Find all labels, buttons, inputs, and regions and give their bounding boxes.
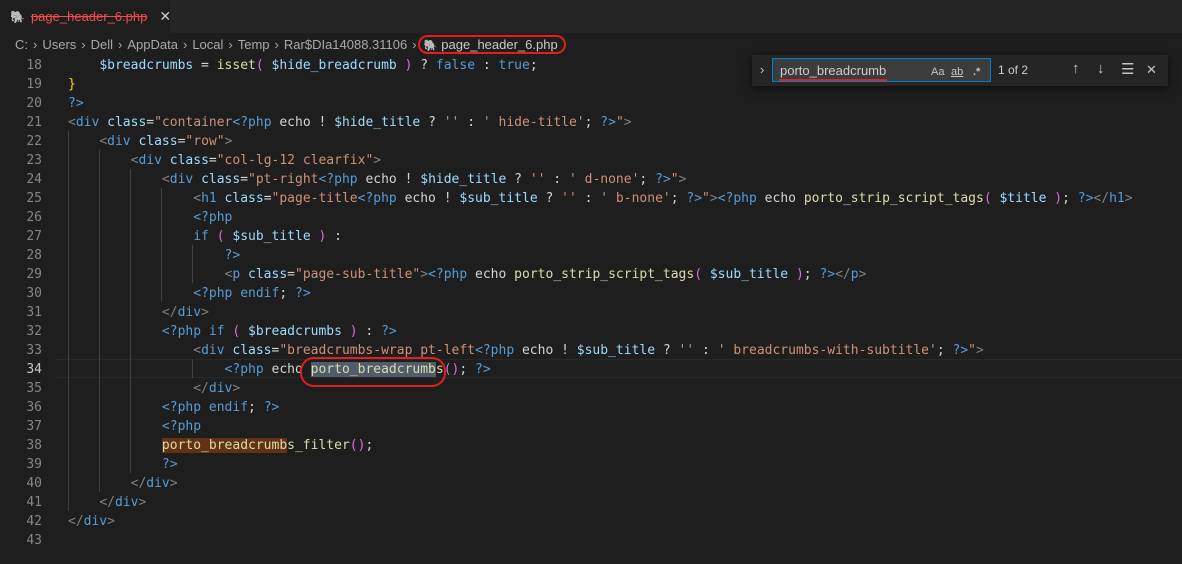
breadcrumb-item[interactable]: Dell: [91, 37, 113, 52]
close-icon[interactable]: ✕: [159, 9, 171, 25]
line-number: 25: [26, 191, 42, 206]
line-number: 23: [26, 153, 42, 168]
code-line-39: ?>: [161, 457, 178, 472]
tab-label: page_header_6.php: [30, 9, 148, 24]
find-in-selection-icon[interactable]: ☰: [1121, 60, 1134, 78]
line-number: 26: [26, 210, 42, 225]
annotation-underline: [779, 79, 887, 81]
chevron-right-icon: ›: [228, 36, 233, 52]
line-number: 36: [26, 400, 42, 415]
line-number: 22: [26, 134, 42, 149]
line-number: 28: [26, 248, 42, 263]
chevron-right-icon: ›: [81, 36, 86, 52]
line-number: 37: [26, 419, 42, 434]
chevron-right-icon: ›: [118, 36, 123, 52]
code-line-36: <?php endif; ?>: [161, 400, 280, 415]
line-number: 39: [26, 457, 42, 472]
regex-icon[interactable]: .*: [973, 66, 980, 78]
arrow-up-icon[interactable]: ↑: [1072, 60, 1080, 77]
code-line-19: }: [68, 77, 76, 92]
match-count: 1 of 2: [998, 63, 1029, 77]
code-line-23: <div class="col-lg-12 clearfix">: [130, 153, 382, 168]
code-line-20: ?>: [68, 96, 84, 111]
whole-word-icon[interactable]: ab: [951, 66, 963, 78]
code-line-27: if ( $sub_title ) :: [193, 229, 342, 244]
line-number: 43: [26, 533, 42, 548]
chevron-right-icon[interactable]: ›: [760, 62, 764, 77]
breadcrumb-file[interactable]: 🐘 page_header_6.php: [417, 34, 566, 54]
code-line-30: <?php endif; ?>: [193, 286, 311, 301]
breadcrumb-item[interactable]: C:: [15, 37, 28, 52]
code-line-40: </div>: [130, 476, 178, 491]
line-number: 24: [26, 172, 42, 187]
code-line-28: ?>: [224, 248, 241, 263]
line-number: 33: [26, 343, 42, 358]
line-number: 42: [26, 514, 42, 529]
code-line-34: <?php echo porto_breadcrumbs(); ?>: [224, 362, 491, 377]
line-number: 32: [26, 324, 42, 339]
breadcrumb-item[interactable]: Local: [192, 37, 223, 52]
code-line-42: </div>: [68, 514, 115, 529]
match-case-icon[interactable]: Aa: [931, 66, 944, 78]
code-line-35: </div>: [193, 381, 241, 396]
line-number: 41: [26, 495, 42, 510]
php-elephant-icon: 🐘: [423, 39, 438, 52]
tab-page-header-6[interactable]: 🐘 page_header_6.php ✕: [0, 0, 171, 33]
breadcrumb-item[interactable]: Rar$DIa14088.31106: [284, 37, 407, 52]
line-number-active: 34: [26, 362, 42, 377]
code-line-29: <p class="page-sub-title"><?php echo por…: [224, 267, 867, 282]
close-icon[interactable]: ✕: [1146, 62, 1157, 78]
code-line-18: $breadcrumbs = isset( $hide_breadcrumb )…: [99, 58, 538, 73]
breadcrumb-item[interactable]: Temp: [238, 37, 270, 52]
chevron-right-icon: ›: [182, 36, 188, 52]
line-number: 40: [26, 476, 42, 491]
chevron-right-icon: ›: [274, 36, 279, 52]
code-line-33: <div class="breadcrumbs-wrap pt-left<?ph…: [193, 343, 984, 358]
tab-bar: 🐘 page_header_6.php ✕: [0, 0, 1182, 33]
code-line-31: </div>: [161, 305, 209, 320]
line-number: 21: [26, 115, 42, 130]
breadcrumb-item[interactable]: AppData: [127, 37, 178, 52]
line-number: 30: [26, 286, 42, 301]
code-line-22: <div class="row">: [99, 134, 233, 149]
indent-guide: [68, 131, 69, 511]
chevron-right-icon: ›: [412, 36, 417, 52]
code-editor[interactable]: 18 19 20 21 22 23 24 25 26 27 28 29 30 3…: [0, 55, 1182, 564]
breadcrumb-item[interactable]: Users: [42, 37, 76, 52]
line-number: 27: [26, 229, 42, 244]
line-number: 29: [26, 267, 42, 282]
line-number: 31: [26, 305, 42, 320]
code-line-21: <div class="container<?php echo ! $hide_…: [68, 115, 632, 130]
breadcrumb: C: › Users › Dell › AppData › Local › Te…: [0, 33, 1182, 55]
line-number: 20: [26, 96, 42, 111]
chevron-right-icon: ›: [33, 36, 38, 52]
code-line-25: <h1 class="page-title<?php echo ! $sub_t…: [193, 191, 1133, 206]
line-number: 18: [26, 58, 42, 73]
line-number: 38: [26, 438, 42, 453]
find-widget: › porto_breadcrumb Aa ab .* 1 of 2 ↑ ↓ ☰…: [752, 55, 1168, 86]
php-elephant-icon: 🐘: [10, 9, 25, 24]
find-input[interactable]: porto_breadcrumb Aa ab .*: [772, 58, 991, 82]
code-line-38: porto_breadcrumbs_filter();: [161, 438, 374, 453]
line-number: 35: [26, 381, 42, 396]
line-number: 19: [26, 77, 42, 92]
arrow-down-icon[interactable]: ↓: [1097, 60, 1105, 77]
code-line-26: <?php: [193, 210, 233, 225]
code-line-24: <div class="pt-right<?php echo ! $hide_t…: [161, 172, 687, 187]
find-input-value: porto_breadcrumb: [780, 63, 887, 78]
breadcrumb-file-label: page_header_6.php: [441, 36, 558, 52]
code-line-41: </div>: [99, 495, 147, 510]
code-line-32: <?php if ( $breadcrumbs ) : ?>: [161, 324, 397, 339]
code-line-37: <?php: [161, 419, 202, 434]
